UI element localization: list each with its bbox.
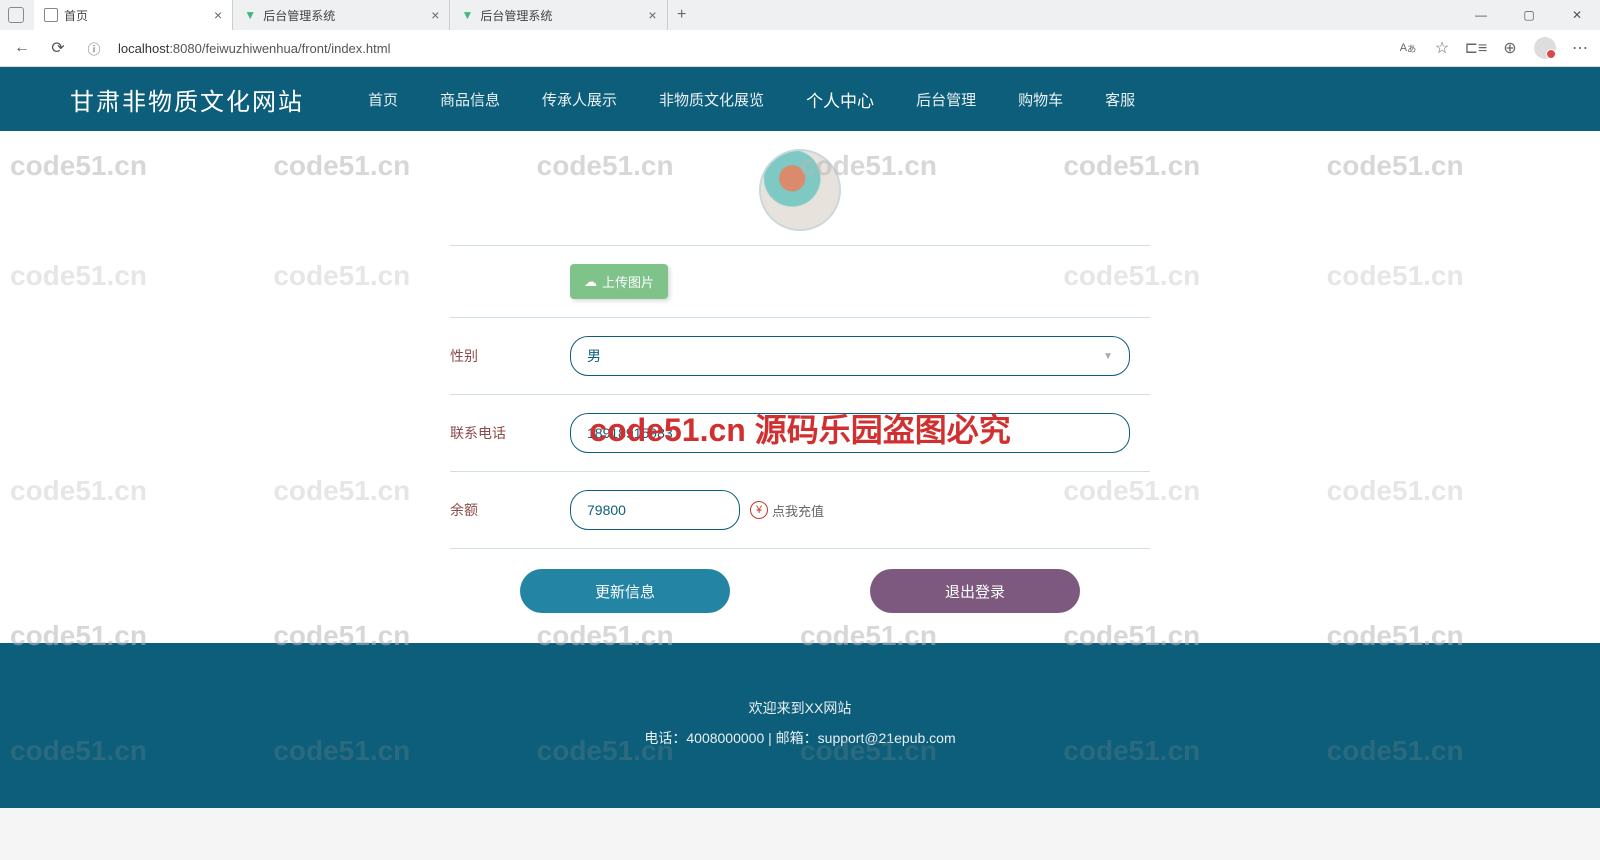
update-button[interactable]: 更新信息: [520, 569, 730, 613]
user-avatar[interactable]: [759, 149, 841, 231]
tab-title: 后台管理系统: [480, 7, 552, 24]
upload-row: ☁ 上传图片: [450, 246, 1150, 318]
yen-icon: ¥: [750, 501, 768, 519]
nav-exhibitions[interactable]: 非物质文化展览: [655, 69, 768, 130]
gender-value: 男: [587, 346, 601, 366]
close-window-button[interactable]: ✕: [1562, 8, 1592, 22]
gender-select[interactable]: 男 ▼: [570, 336, 1130, 376]
site-info-icon[interactable]: ⓘ: [82, 36, 106, 60]
footer-welcome: 欢迎来到XX网站: [0, 698, 1600, 718]
tab-group: 首页 × ▼ 后台管理系统 × ▼ 后台管理系统 × +: [34, 0, 696, 30]
cloud-upload-icon: ☁: [584, 274, 597, 290]
titlebar: 首页 × ▼ 后台管理系统 × ▼ 后台管理系统 × + — ▢ ✕: [0, 0, 1600, 30]
tab-3[interactable]: ▼ 后台管理系统 ×: [450, 0, 667, 30]
refresh-button[interactable]: ⟳: [46, 36, 70, 60]
nav-home[interactable]: 首页: [364, 69, 402, 130]
tab-title: 后台管理系统: [263, 7, 335, 24]
page-icon: [44, 8, 58, 22]
site-footer: 欢迎来到XX网站 电话：4008000000 | 邮箱：support@21ep…: [0, 643, 1600, 808]
tab-1[interactable]: 首页 ×: [34, 0, 233, 30]
profile-form: ☁ 上传图片 性别 男 ▼ 联系电话 余额: [450, 131, 1150, 623]
site-header: 甘肃非物质文化网站 首页 商品信息 传承人展示 非物质文化展览 个人中心 后台管…: [0, 67, 1600, 131]
browser-chrome: 首页 × ▼ 后台管理系统 × ▼ 后台管理系统 × + — ▢ ✕ ← ⟳ ⓘ: [0, 0, 1600, 67]
new-tab-button[interactable]: +: [668, 6, 696, 24]
main-nav: 首页 商品信息 传承人展示 非物质文化展览 个人中心 后台管理 购物车 客服: [364, 67, 1139, 132]
back-button[interactable]: ←: [10, 36, 34, 60]
minimize-button[interactable]: —: [1466, 8, 1496, 22]
button-row: 更新信息 退出登录: [450, 549, 1150, 623]
gender-row: 性别 男 ▼: [450, 318, 1150, 395]
upload-button[interactable]: ☁ 上传图片: [570, 264, 668, 299]
text-size-icon[interactable]: Aあ: [1398, 38, 1418, 58]
balance-label: 余额: [450, 500, 570, 520]
nav-cart[interactable]: 购物车: [1014, 69, 1067, 130]
gender-label: 性别: [450, 346, 570, 366]
toolbar-right: Aあ ☆ ⊏≡ ⊕ ⋯: [1398, 37, 1590, 59]
phone-label: 联系电话: [450, 423, 570, 443]
site-title: 甘肃非物质文化网站: [70, 82, 304, 117]
avatar-row: [450, 141, 1150, 246]
vue-icon: ▼: [460, 8, 474, 22]
close-icon[interactable]: ×: [648, 7, 656, 23]
address-bar: ← ⟳ ⓘ localhost:8080/feiwuzhiwenhua/fron…: [0, 30, 1600, 66]
profile-avatar[interactable]: [1534, 37, 1556, 59]
close-icon[interactable]: ×: [214, 7, 222, 23]
tabs-overview-icon[interactable]: [8, 7, 24, 23]
nav-inheritors[interactable]: 传承人展示: [538, 69, 621, 130]
more-icon[interactable]: ⋯: [1570, 38, 1590, 58]
nav-profile[interactable]: 个人中心: [802, 67, 878, 132]
phone-row: 联系电话: [450, 395, 1150, 472]
chevron-down-icon: ▼: [1103, 351, 1113, 362]
balance-row: 余额 ¥ 点我充值: [450, 472, 1150, 549]
page-content: ☁ 上传图片 性别 男 ▼ 联系电话 余额: [0, 131, 1600, 643]
vue-icon: ▼: [243, 8, 257, 22]
collections-icon[interactable]: ⊕: [1500, 38, 1520, 58]
close-icon[interactable]: ×: [431, 7, 439, 23]
window-controls: — ▢ ✕: [1466, 8, 1592, 22]
tab-2[interactable]: ▼ 后台管理系统 ×: [233, 0, 450, 30]
footer-contact: 电话：4008000000 | 邮箱：support@21epub.com: [0, 728, 1600, 748]
recharge-link[interactable]: ¥ 点我充值: [750, 501, 824, 520]
nav-products[interactable]: 商品信息: [436, 69, 504, 130]
star-icon[interactable]: ☆: [1432, 38, 1452, 58]
nav-admin[interactable]: 后台管理: [912, 69, 980, 130]
nav-service[interactable]: 客服: [1101, 69, 1139, 130]
favorites-icon[interactable]: ⊏≡: [1466, 38, 1486, 58]
tab-title: 首页: [64, 7, 88, 24]
maximize-button[interactable]: ▢: [1514, 8, 1544, 22]
phone-input[interactable]: [570, 413, 1130, 453]
logout-button[interactable]: 退出登录: [870, 569, 1080, 613]
balance-input[interactable]: [570, 490, 740, 530]
url-display[interactable]: localhost:8080/feiwuzhiwenhua/front/inde…: [118, 41, 390, 56]
